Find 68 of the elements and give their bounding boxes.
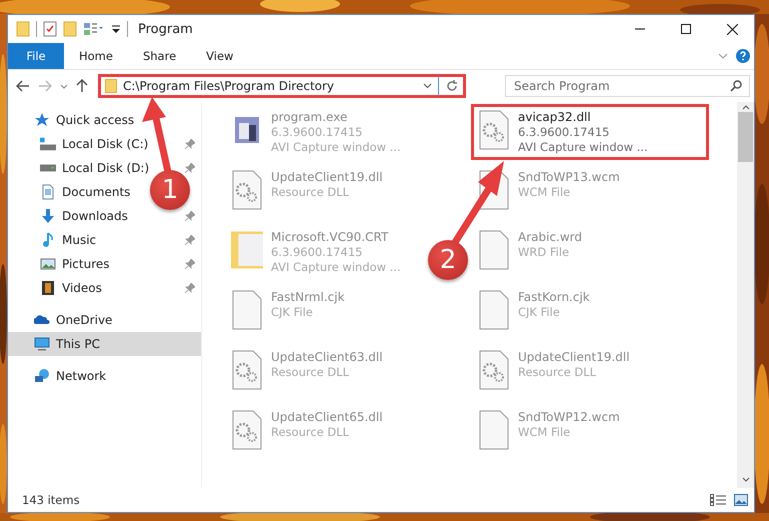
file-icon — [231, 290, 263, 330]
help-icon[interactable] — [736, 49, 750, 63]
sidebar-item[interactable]: This PC — [8, 332, 201, 356]
refresh-icon[interactable] — [445, 79, 459, 93]
sidebar-item[interactable]: Local Disk (D:) — [8, 156, 152, 180]
gears-file-icon — [478, 110, 510, 150]
properties-icon[interactable] — [83, 21, 105, 37]
close-icon[interactable] — [727, 24, 738, 34]
document-icon — [40, 184, 56, 200]
large-icons-view-icon[interactable] — [734, 494, 748, 506]
file-icon — [478, 290, 510, 330]
pin-icon[interactable] — [185, 259, 195, 269]
computer-icon — [34, 336, 50, 352]
drive-icon — [40, 164, 56, 172]
file-icon — [478, 410, 510, 450]
checklist-icon[interactable] — [43, 21, 57, 37]
scroll-thumb[interactable] — [738, 112, 753, 162]
address-bar[interactable]: C:\Program Files\Program Directory — [98, 74, 466, 98]
chevron-down-icon[interactable] — [423, 83, 432, 89]
pin-icon[interactable] — [185, 211, 195, 221]
film-icon — [40, 280, 56, 296]
item-count: 143 items — [22, 493, 80, 507]
scroll-up-icon[interactable] — [742, 105, 750, 110]
address-path: C:\Program Files\Program Directory — [123, 79, 334, 93]
folder-icon — [231, 230, 263, 270]
picture-icon — [40, 256, 56, 272]
sidebar-item[interactable]: Pictures — [8, 252, 112, 276]
music-icon — [40, 232, 56, 248]
window-title: Program — [138, 22, 193, 36]
scroll-down-icon[interactable] — [742, 477, 750, 482]
details-view-icon[interactable] — [710, 494, 726, 506]
dropdown-icon[interactable] — [111, 23, 121, 35]
sidebar-item[interactable]: Quick access — [8, 108, 136, 132]
search-icon[interactable] — [730, 80, 742, 92]
file-icon — [478, 230, 510, 270]
folder-icon — [105, 79, 117, 93]
folder-icon — [16, 21, 30, 37]
scrollbar[interactable] — [737, 102, 754, 488]
sidebar-item[interactable]: Network — [8, 364, 108, 388]
ribbon-tab[interactable]: Home — [64, 43, 128, 69]
network-icon — [34, 368, 50, 384]
ribbon-tab[interactable]: View — [191, 43, 248, 69]
file-item[interactable]: avicap32.dll 6.3.9600.17415 AVI Capture window ... — [471, 104, 709, 160]
sidebar-item[interactable]: Documents — [8, 180, 132, 204]
minimize-icon[interactable] — [635, 28, 645, 30]
gears-file-icon — [231, 170, 263, 210]
download-icon — [40, 208, 56, 224]
back-icon[interactable] — [16, 80, 30, 92]
pin-icon[interactable] — [185, 163, 195, 173]
sidebar-item[interactable]: Local Disk (C:) — [8, 132, 150, 156]
chevron-down-icon[interactable] — [60, 84, 68, 88]
sidebar-item[interactable]: OneDrive — [8, 308, 114, 332]
search-field[interactable]: Search Program — [505, 75, 750, 97]
pin-icon[interactable] — [185, 235, 195, 245]
ribbon-tab[interactable]: File — [8, 43, 64, 69]
pin-icon[interactable] — [185, 283, 195, 293]
pin-icon[interactable] — [185, 139, 195, 149]
up-arrow-icon[interactable] — [76, 79, 88, 93]
sidebar-item[interactable]: Music — [8, 228, 98, 252]
drive-icon — [40, 136, 56, 152]
ribbon-tab[interactable]: Share — [128, 43, 192, 69]
sidebar-item[interactable]: Downloads — [8, 204, 130, 228]
maximize-icon[interactable] — [681, 24, 691, 34]
gears-file-icon — [231, 410, 263, 450]
star-icon — [34, 112, 50, 128]
gears-file-icon — [231, 350, 263, 390]
gears-file-icon — [478, 350, 510, 390]
sidebar-item[interactable]: Videos — [8, 276, 104, 300]
